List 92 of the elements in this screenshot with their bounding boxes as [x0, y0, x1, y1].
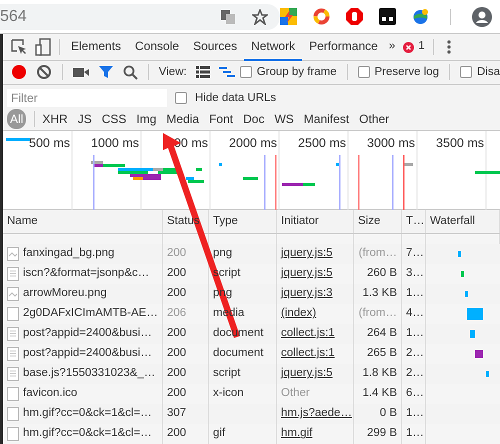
response-size: 260 B	[366, 266, 397, 282]
request-name[interactable]: 2g0DAFxICImAMTB-AE…	[23, 305, 158, 323]
request-time: 7…	[406, 246, 424, 262]
more-tabs-icon[interactable]: »	[388, 38, 396, 56]
status-code: 206	[167, 306, 186, 322]
resource-type: gif	[213, 426, 226, 442]
request-time: 3…	[406, 266, 424, 282]
timeline-tick-label: 1000 ms	[91, 136, 139, 150]
request-time: 2…	[406, 346, 424, 362]
type-filter-button[interactable]: Font	[206, 109, 236, 130]
status-code: 200	[167, 346, 186, 362]
column-header[interactable]: Initiator	[281, 212, 319, 230]
devtools-tab[interactable]: Elements	[64, 34, 128, 60]
response-size: 1.3 KB	[362, 286, 397, 302]
request-time: 1…	[406, 406, 424, 422]
request-name[interactable]: favicon.ico	[23, 385, 78, 403]
timeline-tick-label: 2500 ms	[298, 136, 346, 150]
devtools-tab[interactable]: Performance	[302, 34, 385, 60]
request-name[interactable]: post?appid=2400&busi…	[23, 345, 152, 363]
request-name[interactable]: fanxingad_bg.png	[23, 245, 114, 263]
initiator-link[interactable]: jquery.js:5	[281, 245, 333, 263]
type-filter-button[interactable]: WS	[271, 109, 297, 130]
column-header[interactable]: Waterfall	[430, 212, 475, 230]
status-code: 200	[167, 426, 186, 442]
devtools-tab[interactable]: Console	[128, 34, 186, 60]
url-text: 564	[0, 6, 28, 26]
type-filter-button[interactable]: XHR	[39, 109, 71, 130]
error-count-text: 1	[418, 39, 425, 54]
status-code: 307	[167, 406, 186, 422]
type-filter-button[interactable]: Doc	[240, 109, 268, 130]
type-filter-button[interactable]: Manifest	[300, 109, 352, 130]
devtools-tab[interactable]: Network	[244, 34, 302, 60]
response-size: (from…	[358, 306, 397, 322]
initiator-link[interactable]: hm.gif	[281, 425, 312, 443]
request-time: 1…	[406, 426, 424, 442]
status-code: 200	[167, 326, 186, 342]
request-name[interactable]: post?appid=2400&busi…	[23, 325, 152, 343]
checkbox-label: Hide data URLs	[195, 90, 276, 106]
resource-type: x-icon	[213, 386, 244, 402]
timeline-tick-label: 3500 ms	[436, 136, 484, 150]
column-header[interactable]: Name	[7, 212, 38, 230]
initiator-link[interactable]: jquery.js:5	[281, 365, 333, 383]
resource-type: png	[213, 246, 232, 262]
request-name[interactable]: arrowMoreu.png	[23, 285, 107, 303]
checkbox-label: Group by frame	[256, 64, 337, 80]
type-filter-button[interactable]: Media	[163, 109, 202, 130]
request-name[interactable]: hm.gif?cc=0&ck=1&cl=…	[23, 425, 152, 443]
initiator-link[interactable]: jquery.js:3	[281, 285, 333, 303]
response-size: 0 B	[380, 406, 397, 422]
status-code: 200	[167, 386, 186, 402]
devtools-tab[interactable]: Sources	[186, 34, 244, 60]
type-filter-button[interactable]: CSS	[98, 109, 130, 130]
column-header[interactable]: T…	[406, 212, 425, 230]
type-filter-button[interactable]: Img	[133, 109, 160, 130]
request-name[interactable]: hm.gif?cc=0&ck=1&cl=…	[23, 405, 152, 423]
response-size: 1.4 KB	[362, 386, 397, 402]
initiator-link[interactable]: collect.js:1	[281, 325, 335, 343]
status-code: 200	[167, 286, 186, 302]
timeline-tick-label: 500 ms	[29, 136, 70, 150]
address-bar[interactable]: 564	[0, 4, 280, 30]
status-code: 200	[167, 366, 186, 382]
type-filter-button[interactable]: Other	[356, 109, 392, 130]
resource-type: script	[213, 366, 240, 382]
resource-type: document	[213, 346, 264, 362]
initiator-link[interactable]: collect.js:1	[281, 345, 335, 363]
response-size: (from…	[358, 246, 397, 262]
type-filter-button[interactable]: JS	[74, 109, 95, 130]
initiator-link[interactable]: hm.js?aede…	[281, 405, 352, 423]
error-count[interactable]: 1	[403, 38, 425, 56]
response-size: 299 B	[366, 426, 397, 442]
response-size: 1.8 KB	[362, 366, 397, 382]
timeline-tick-label: 2000 ms	[229, 136, 277, 150]
checkbox-label: Preserve log	[374, 64, 440, 80]
initiator-link[interactable]: (index)	[281, 305, 316, 323]
view-label: View:	[158, 64, 187, 80]
request-time: 4…	[406, 306, 424, 322]
initiator-link[interactable]: jquery.js:5	[281, 265, 333, 283]
request-time: 1…	[406, 326, 424, 342]
filter-field[interactable]: Filter	[7, 89, 167, 108]
request-time: 2…	[406, 366, 424, 382]
timeline-tick-label: 3000 ms	[367, 136, 415, 150]
response-size: 264 B	[366, 326, 397, 342]
request-time: 6…	[406, 386, 424, 402]
column-header[interactable]: Type	[213, 212, 238, 230]
response-size: 265 B	[366, 346, 397, 362]
request-time: 1…	[406, 286, 424, 302]
request-name[interactable]: base.js?1550331023&_…	[23, 365, 156, 383]
column-header[interactable]: Size	[358, 212, 380, 230]
request-name[interactable]: iscn?&format=jsonp&c…	[23, 265, 150, 283]
status-code: 200	[167, 246, 186, 262]
status-code: 200	[167, 266, 186, 282]
checkbox-label: Disa	[476, 64, 500, 80]
